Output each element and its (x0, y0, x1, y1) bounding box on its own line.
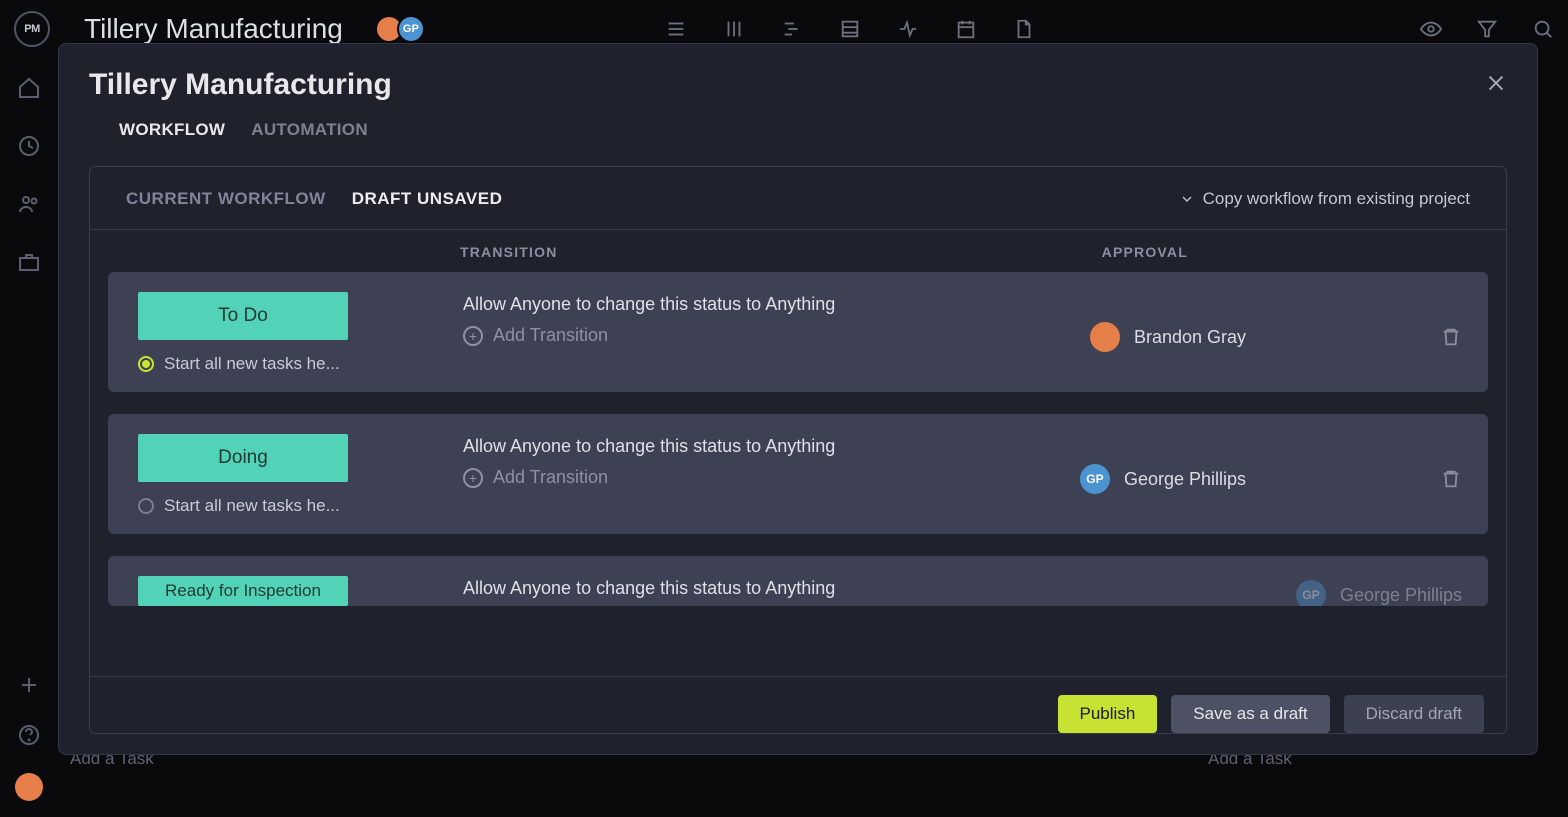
approver-avatar[interactable]: GP (1296, 580, 1326, 606)
tab-current-workflow[interactable]: CURRENT WORKFLOW (126, 189, 326, 209)
member-avatars[interactable]: GP (381, 15, 425, 43)
start-task-option[interactable]: Start all new tasks he... (138, 354, 463, 374)
save-draft-button[interactable]: Save as a draft (1171, 695, 1329, 733)
status-pill[interactable]: Ready for Inspection (138, 576, 348, 606)
file-view-icon[interactable] (1013, 18, 1035, 40)
team-icon[interactable] (17, 192, 41, 216)
start-task-label: Start all new tasks he... (164, 496, 340, 516)
recent-icon[interactable] (17, 134, 41, 158)
workflow-panel: CURRENT WORKFLOW DRAFT UNSAVED Copy work… (89, 166, 1507, 734)
plus-circle-icon: + (463, 326, 483, 346)
radio-unselected-icon[interactable] (138, 498, 154, 514)
plus-circle-icon: + (463, 468, 483, 488)
project-title: Tillery Manufacturing (84, 13, 343, 45)
transition-rule: Allow Anyone to change this status to An… (463, 294, 835, 315)
start-task-option[interactable]: Start all new tasks he... (138, 496, 463, 516)
trash-icon[interactable] (1440, 468, 1462, 490)
modal-footer: Publish Save as a draft Discard draft (90, 676, 1506, 733)
discard-draft-button[interactable]: Discard draft (1344, 695, 1484, 733)
workflow-modal: Tillery Manufacturing WORKFLOW AUTOMATIO… (58, 43, 1538, 755)
workflow-rows: To Do Start all new tasks he... Allow An… (90, 272, 1506, 676)
approver-avatar[interactable]: GP (1080, 464, 1110, 494)
briefcase-icon[interactable] (17, 250, 41, 274)
add-icon[interactable] (17, 673, 41, 697)
panel-tabs: CURRENT WORKFLOW DRAFT UNSAVED Copy work… (90, 167, 1506, 229)
app-logo[interactable]: PM (14, 11, 50, 47)
col-approval: APPROVAL (1102, 244, 1188, 260)
avatar-member-2[interactable]: GP (397, 15, 425, 43)
transition-rule: Allow Anyone to change this status to An… (463, 436, 835, 457)
board-view-icon[interactable] (723, 18, 745, 40)
current-user-avatar[interactable] (15, 773, 43, 801)
start-task-label: Start all new tasks he... (164, 354, 340, 374)
approver-name: George Phillips (1340, 585, 1462, 606)
status-pill[interactable]: To Do (138, 292, 348, 340)
copy-workflow-link[interactable]: Copy workflow from existing project (1179, 189, 1470, 209)
modal-tabs: WORKFLOW AUTOMATION (89, 120, 1507, 140)
list-view-icon[interactable] (665, 18, 687, 40)
help-icon[interactable] (17, 723, 41, 747)
workflow-row: To Do Start all new tasks he... Allow An… (108, 272, 1488, 392)
filter-icon[interactable] (1476, 18, 1498, 40)
approver-name: George Phillips (1124, 469, 1246, 490)
approver-avatar[interactable] (1090, 322, 1120, 352)
add-transition-label: Add Transition (493, 467, 608, 488)
gantt-view-icon[interactable] (781, 18, 803, 40)
calendar-view-icon[interactable] (955, 18, 977, 40)
trash-icon[interactable] (1440, 326, 1462, 348)
column-headers: TRANSITION APPROVAL (90, 230, 1506, 272)
approver-name: Brandon Gray (1134, 327, 1246, 348)
add-transition-button[interactable]: + Add Transition (463, 467, 835, 488)
transition-rule: Allow Anyone to change this status to An… (463, 578, 835, 599)
publish-button[interactable]: Publish (1058, 695, 1158, 733)
left-sidebar (0, 58, 58, 817)
tab-automation[interactable]: AUTOMATION (251, 120, 368, 140)
tab-workflow[interactable]: WORKFLOW (119, 120, 225, 140)
add-transition-button[interactable]: + Add Transition (463, 325, 835, 346)
workflow-row: Ready for Inspection Allow Anyone to cha… (108, 556, 1488, 606)
tab-draft-unsaved[interactable]: DRAFT UNSAVED (352, 189, 503, 209)
eye-icon[interactable] (1420, 18, 1442, 40)
activity-view-icon[interactable] (897, 18, 919, 40)
status-pill[interactable]: Doing (138, 434, 348, 482)
chevron-down-icon (1179, 191, 1195, 207)
copy-workflow-label: Copy workflow from existing project (1203, 189, 1470, 209)
topbar-right-tools (1420, 18, 1554, 40)
modal-title: Tillery Manufacturing (89, 68, 1507, 102)
search-icon[interactable] (1532, 18, 1554, 40)
radio-selected-icon[interactable] (138, 356, 154, 372)
close-icon[interactable] (1485, 72, 1507, 94)
modal-header: Tillery Manufacturing WORKFLOW AUTOMATIO… (59, 68, 1537, 140)
workflow-row: Doing Start all new tasks he... Allow An… (108, 414, 1488, 534)
add-transition-label: Add Transition (493, 325, 608, 346)
home-icon[interactable] (17, 76, 41, 100)
sheet-view-icon[interactable] (839, 18, 861, 40)
col-transition: TRANSITION (460, 244, 558, 260)
view-toolbar (665, 18, 1035, 40)
